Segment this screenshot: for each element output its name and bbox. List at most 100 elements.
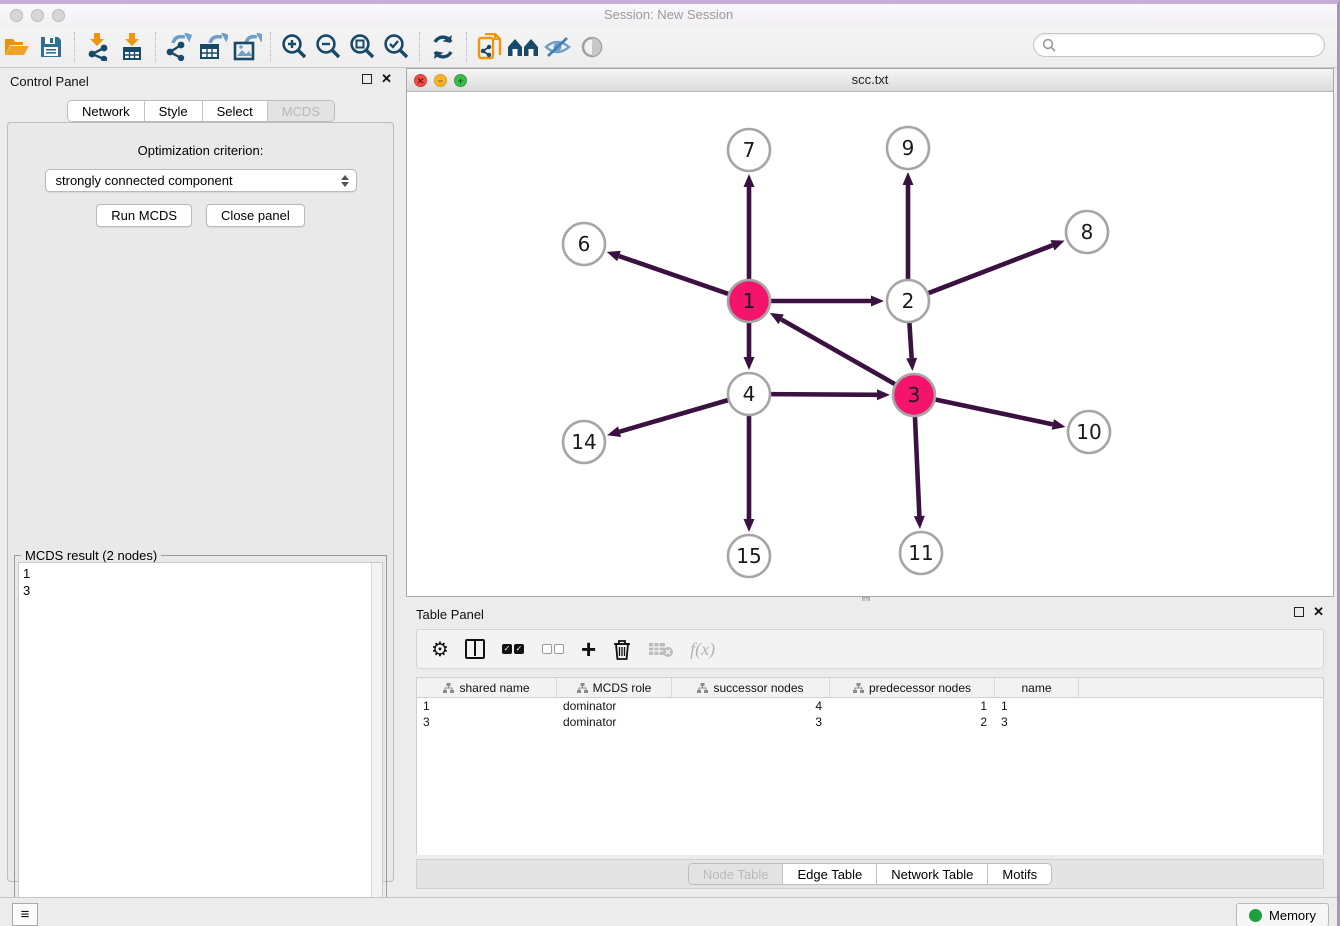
graph-node-2[interactable]: 2 xyxy=(887,280,929,322)
graph-node-14[interactable]: 14 xyxy=(563,421,605,463)
import-table-icon[interactable] xyxy=(115,30,149,64)
cell-shared-name: 1 xyxy=(417,698,557,714)
edge-3-1[interactable] xyxy=(781,319,896,384)
column-header-shared-name[interactable]: shared name xyxy=(417,678,557,697)
duplicate-network-icon[interactable] xyxy=(473,30,507,64)
edge-1-6[interactable] xyxy=(619,256,729,294)
column-header-successor-nodes[interactable]: successor nodes xyxy=(672,678,830,697)
graph-node-7[interactable]: 7 xyxy=(728,129,770,171)
edge-3-11[interactable] xyxy=(915,416,919,516)
svg-text:14: 14 xyxy=(571,430,596,454)
close-panel-icon[interactable]: ✕ xyxy=(381,74,392,84)
result-scrollbar[interactable] xyxy=(371,563,382,926)
hide-selected-icon[interactable] xyxy=(541,30,575,64)
zoom-out-icon[interactable] xyxy=(311,30,345,64)
table-panel: Table Panel ✕ ⚙ ✓✓ + f(x) sh xyxy=(406,601,1334,897)
zoom-selected-icon[interactable] xyxy=(379,30,413,64)
tab-network-table[interactable]: Network Table xyxy=(877,864,988,884)
edge-4-3[interactable] xyxy=(770,394,877,395)
edge-arrowhead xyxy=(914,516,925,529)
graph-node-1[interactable]: 1 xyxy=(728,280,770,322)
first-neighbors-icon[interactable] xyxy=(507,30,541,64)
save-session-icon[interactable] xyxy=(34,30,68,64)
cell-successor-nodes: 3 xyxy=(672,714,830,730)
tab-node-table[interactable]: Node Table xyxy=(689,864,784,884)
control-panel-tabs: Network Style Select MCDS xyxy=(67,100,335,122)
edge-2-3[interactable] xyxy=(909,322,911,358)
network-view-window: ✕ − + scc.txt 7 9 6 8 1 2 4 3 14 10 15 11 xyxy=(406,68,1334,597)
mcds-result-title: MCDS result (2 nodes) xyxy=(21,548,161,563)
table-row[interactable]: 1 dominator 4 1 1 xyxy=(417,698,1323,714)
graph-node-9[interactable]: 9 xyxy=(887,127,929,169)
control-panel: Control Panel ✕ Network Style Select MCD… xyxy=(0,68,402,897)
edge-4-14[interactable] xyxy=(620,400,729,432)
tab-network[interactable]: Network xyxy=(68,101,145,121)
show-all-icon[interactable] xyxy=(575,30,609,64)
edge-arrowhead xyxy=(903,172,914,185)
zoom-fit-icon[interactable] xyxy=(345,30,379,64)
export-table-icon[interactable] xyxy=(196,30,230,64)
column-header-predecessor-nodes[interactable]: predecessor nodes xyxy=(830,678,995,697)
close-panel-icon[interactable]: ✕ xyxy=(1313,607,1324,617)
minimize-window-button[interactable] xyxy=(31,9,44,22)
edge-arrowhead xyxy=(871,296,884,307)
zoom-window-button[interactable] xyxy=(52,9,65,22)
import-network-icon[interactable] xyxy=(81,30,115,64)
optimization-criterion-select[interactable]: strongly connected component xyxy=(45,169,357,192)
select-all-icon[interactable]: ✓✓ xyxy=(501,636,525,662)
graph-node-15[interactable]: 15 xyxy=(728,535,770,577)
function-builder-icon: f(x) xyxy=(690,636,715,662)
zoom-in-icon[interactable] xyxy=(277,30,311,64)
tab-style[interactable]: Style xyxy=(145,101,203,121)
edge-3-10[interactable] xyxy=(935,399,1053,424)
column-chooser-icon[interactable] xyxy=(465,636,485,662)
table-settings-icon[interactable]: ⚙ xyxy=(431,636,449,662)
svg-text:2: 2 xyxy=(902,289,915,313)
result-line: 3 xyxy=(23,582,371,599)
refresh-layout-icon[interactable] xyxy=(426,30,460,64)
network-window-titlebar: ✕ − + scc.txt xyxy=(407,69,1333,92)
graph-node-3[interactable]: 3 xyxy=(893,374,935,416)
network-maximize-icon[interactable]: + xyxy=(454,74,467,87)
export-network-icon[interactable] xyxy=(162,30,196,64)
tab-motifs[interactable]: Motifs xyxy=(988,864,1051,884)
graph-node-11[interactable]: 11 xyxy=(900,532,942,574)
export-image-icon[interactable] xyxy=(230,30,264,64)
column-header-name[interactable]: name xyxy=(995,678,1079,697)
close-window-button[interactable] xyxy=(10,9,23,22)
network-close-icon[interactable]: ✕ xyxy=(414,74,427,87)
node-table: shared name MCDS role successor nodes pr… xyxy=(416,677,1324,855)
column-header-mcds-role[interactable]: MCDS role xyxy=(557,678,672,697)
search-input[interactable] xyxy=(1056,35,1324,55)
deselect-all-icon[interactable] xyxy=(541,636,565,662)
network-minimize-icon[interactable]: − xyxy=(434,74,447,87)
float-panel-icon[interactable] xyxy=(362,74,372,84)
graph-node-8[interactable]: 8 xyxy=(1066,211,1108,253)
float-panel-icon[interactable] xyxy=(1294,607,1304,617)
graph-node-6[interactable]: 6 xyxy=(563,223,605,265)
toolbar-separator xyxy=(466,32,467,62)
edge-2-8[interactable] xyxy=(928,245,1053,293)
tab-edge-table[interactable]: Edge Table xyxy=(783,864,877,884)
mcds-result-text[interactable]: 1 3 xyxy=(19,563,371,926)
svg-text:10: 10 xyxy=(1076,420,1101,444)
tab-select[interactable]: Select xyxy=(203,101,268,121)
add-column-icon[interactable]: + xyxy=(581,636,596,662)
run-mcds-button[interactable]: Run MCDS xyxy=(96,204,192,227)
cell-name: 3 xyxy=(995,714,1079,730)
graph-node-4[interactable]: 4 xyxy=(728,373,770,415)
tab-mcds[interactable]: MCDS xyxy=(268,101,334,121)
table-tabs-bar: Node Table Edge Table Network Table Moti… xyxy=(416,859,1324,889)
svg-text:7: 7 xyxy=(743,138,756,162)
memory-button[interactable]: Memory xyxy=(1236,903,1329,926)
select-stepper-icon xyxy=(340,173,350,189)
graph-node-10[interactable]: 10 xyxy=(1068,411,1110,453)
network-canvas[interactable]: 7 9 6 8 1 2 4 3 14 10 15 11 xyxy=(407,92,1333,596)
task-history-icon[interactable]: ≡ xyxy=(12,903,38,926)
window-title: Session: New Session xyxy=(0,4,1337,26)
mcds-tab-content: Optimization criterion: strongly connect… xyxy=(7,122,394,882)
table-row[interactable]: 3 dominator 3 2 3 xyxy=(417,714,1323,730)
close-panel-button[interactable]: Close panel xyxy=(206,204,305,227)
delete-column-icon[interactable] xyxy=(612,636,632,662)
open-file-icon[interactable] xyxy=(0,30,34,64)
